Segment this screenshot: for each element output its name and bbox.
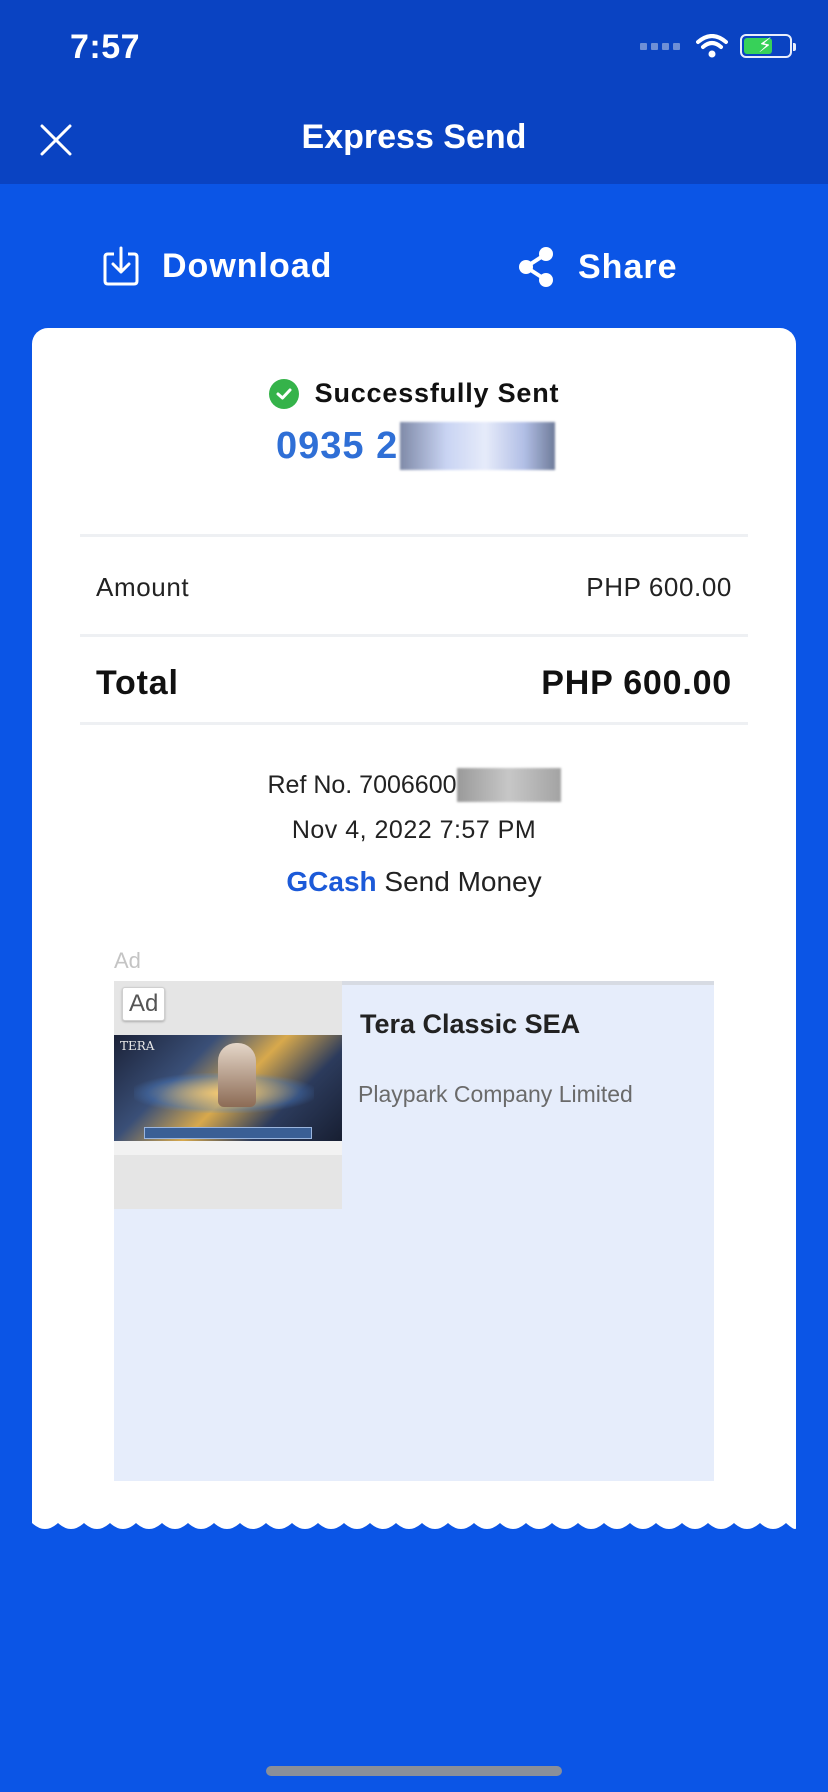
total-row: Total PHP 600.00 bbox=[96, 664, 732, 703]
ad-advertiser: Playpark Company Limited bbox=[358, 1081, 633, 1107]
success-status: Successfully Sent bbox=[32, 378, 796, 409]
ad-badge: Ad bbox=[122, 987, 166, 1021]
battery-icon: ⚡ bbox=[740, 34, 796, 58]
redacted-blur bbox=[456, 768, 561, 802]
ad-banner[interactable]: TERA Ad Tera Classic SEA Playpark Compan… bbox=[114, 981, 714, 1481]
success-text: Successfully Sent bbox=[314, 378, 560, 408]
ad-image-container[interactable]: TERA Ad bbox=[114, 981, 342, 1209]
total-value: PHP 600.00 bbox=[541, 664, 732, 702]
wifi-icon bbox=[696, 34, 728, 58]
amount-row: Amount PHP 600.00 bbox=[96, 572, 732, 603]
download-icon bbox=[103, 246, 139, 286]
reference-number: Ref No. 7006600 bbox=[32, 768, 796, 802]
recipient-number-text: 0935 2 bbox=[276, 424, 399, 467]
ad-divider bbox=[342, 981, 714, 985]
download-button[interactable]: Download bbox=[102, 246, 332, 286]
receipt-card: Successfully Sent 0935 2 Amount PHP 600.… bbox=[32, 328, 796, 1523]
page-title: Express Send bbox=[301, 118, 527, 156]
ad-label: Ad bbox=[114, 948, 141, 973]
top-app-bar: 7:57 ⚡ Express Send bbox=[0, 0, 828, 184]
divider bbox=[80, 634, 748, 637]
share-label: Share bbox=[578, 247, 678, 286]
share-button[interactable]: Share bbox=[516, 246, 678, 288]
divider bbox=[80, 722, 748, 725]
receipt-zigzag-edge bbox=[32, 1515, 796, 1529]
ad-image[interactable]: TERA bbox=[114, 1035, 342, 1155]
receipt-actions: Download Share bbox=[0, 246, 828, 302]
cellular-signal-icon bbox=[640, 42, 680, 50]
share-icon bbox=[519, 247, 553, 287]
ad-title[interactable]: Tera Classic SEA bbox=[360, 1009, 580, 1040]
status-time: 7:57 bbox=[70, 28, 141, 66]
check-circle-icon bbox=[268, 378, 299, 409]
brand-name: GCash bbox=[286, 866, 377, 897]
redacted-blur bbox=[400, 422, 556, 470]
status-icons: ⚡ bbox=[640, 34, 796, 58]
total-label: Total bbox=[96, 664, 179, 702]
recipient-number: 0935 2 bbox=[276, 422, 556, 470]
ref-text: Ref No. 7006600 bbox=[267, 770, 457, 799]
home-indicator bbox=[266, 1766, 562, 1776]
service-line: GCash Send Money bbox=[32, 866, 796, 898]
divider bbox=[80, 534, 748, 537]
ad-image-text: TERA bbox=[120, 1039, 155, 1053]
service-name: Send Money bbox=[384, 866, 542, 897]
download-label: Download bbox=[162, 246, 333, 285]
transaction-datetime: Nov 4, 2022 7:57 PM bbox=[291, 816, 537, 844]
amount-value: PHP 600.00 bbox=[586, 572, 732, 602]
amount-label: Amount bbox=[96, 572, 190, 602]
